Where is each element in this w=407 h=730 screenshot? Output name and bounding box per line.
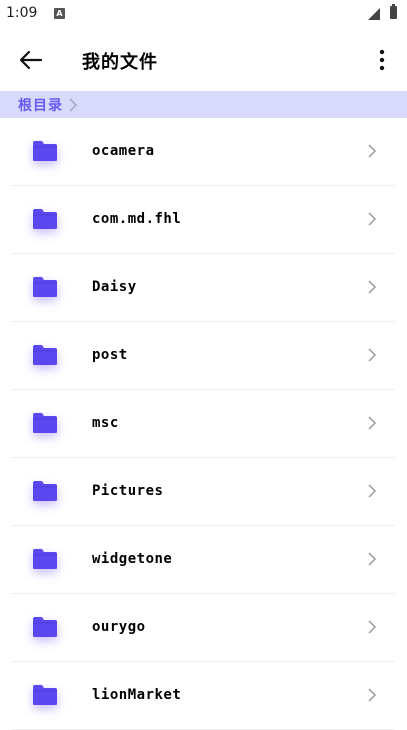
folder-list: ocamera com.md.fhl Daisy post msc Pictures wid… <box>0 118 407 730</box>
folder-row[interactable]: Pictures <box>0 458 407 526</box>
chevron-right-icon <box>368 416 377 430</box>
battery-icon <box>390 4 397 19</box>
folder-icon <box>33 413 57 433</box>
breadcrumb: 根目录 <box>0 91 407 118</box>
more-options-button[interactable] <box>370 46 394 74</box>
chevron-right-icon <box>368 144 377 158</box>
folder-row[interactable]: post <box>0 322 407 390</box>
signal-icon <box>368 8 380 20</box>
folder-row[interactable]: Daisy <box>0 254 407 322</box>
chevron-right-icon <box>368 620 377 634</box>
folder-icon <box>33 549 57 569</box>
back-button[interactable] <box>16 45 46 75</box>
more-vertical-icon <box>379 49 385 71</box>
chevron-right-icon <box>368 484 377 498</box>
folder-row[interactable]: msc <box>0 390 407 458</box>
folder-name: widgetone <box>92 551 173 567</box>
folder-row[interactable]: ourygo <box>0 594 407 662</box>
chevron-right-icon <box>69 97 78 112</box>
folder-row[interactable]: lionMarket <box>0 662 407 730</box>
folder-name: ourygo <box>92 619 146 635</box>
folder-icon <box>33 617 57 637</box>
folder-icon <box>33 209 57 229</box>
folder-name: com.md.fhl <box>92 211 182 227</box>
folder-name: lionMarket <box>92 687 182 703</box>
chevron-right-icon <box>368 688 377 702</box>
folder-icon <box>33 277 57 297</box>
status-bar: 1:09 A <box>0 0 407 28</box>
folder-icon <box>33 345 57 365</box>
folder-icon <box>33 481 57 501</box>
folder-icon <box>33 685 57 705</box>
folder-name: Pictures <box>92 483 164 499</box>
folder-row[interactable]: ocamera <box>0 118 407 186</box>
breadcrumb-root[interactable]: 根目录 <box>18 95 63 115</box>
chevron-right-icon <box>368 348 377 362</box>
folder-name: Daisy <box>92 279 137 295</box>
notification-icon: A <box>54 8 65 19</box>
folder-icon <box>33 141 57 161</box>
folder-name: ocamera <box>92 143 155 159</box>
arrow-left-icon <box>19 50 43 70</box>
app-bar: 我的文件 <box>0 28 407 90</box>
status-time: 1:09 <box>6 5 38 21</box>
chevron-right-icon <box>368 280 377 294</box>
page-title: 我的文件 <box>82 52 158 73</box>
folder-row[interactable]: widgetone <box>0 526 407 594</box>
folder-row[interactable]: com.md.fhl <box>0 186 407 254</box>
chevron-right-icon <box>368 552 377 566</box>
folder-name: msc <box>92 415 119 431</box>
chevron-right-icon <box>368 212 377 226</box>
folder-name: post <box>92 347 128 363</box>
